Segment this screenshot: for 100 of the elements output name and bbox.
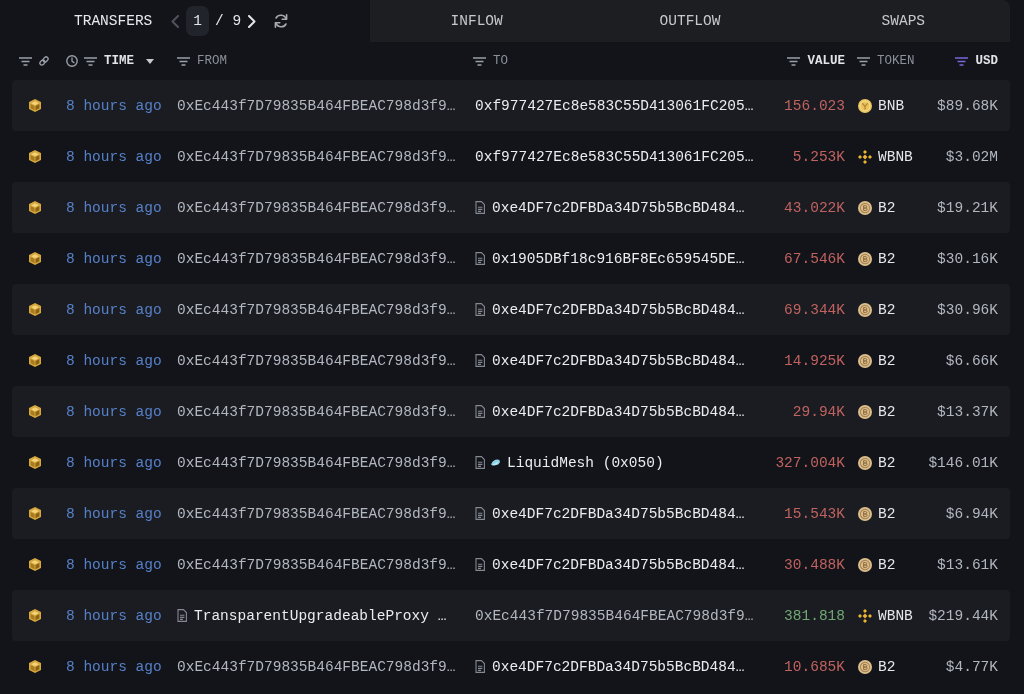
usd-amount: $4.77K [945,658,998,675]
address-link[interactable]: 0xEc443f7D79835B464FBEAC798d3f9… [177,403,456,420]
filter-icon[interactable] [177,56,190,66]
time-link[interactable]: 8 hours ago [66,352,162,369]
token-symbol[interactable]: B2 [878,352,896,369]
page-total: / 9 [215,13,242,29]
coin-icon [858,455,872,470]
refresh-icon[interactable] [273,13,290,29]
coin-icon [858,302,872,317]
address-link[interactable]: 0xEc443f7D79835B464FBEAC798d3f9… [177,454,456,471]
tab[interactable]: INFLOW [370,0,584,42]
tab[interactable]: OUTFLOW [583,0,797,42]
address-link[interactable]: 0xe4DF7c2DFBDa34D75b5BcBD484… [492,556,745,573]
address-link[interactable]: 0xf977427Ec8e583C55D413061FC205… [475,148,754,165]
time-link[interactable]: 8 hours ago [66,301,162,318]
address-link[interactable]: 0xEc443f7D79835B464FBEAC798d3f9… [177,97,456,114]
address-link[interactable]: 0xEc443f7D79835B464FBEAC798d3f9… [177,148,456,165]
time-link[interactable]: 8 hours ago [66,403,162,420]
token-symbol[interactable]: B2 [878,658,896,675]
usd-amount: $3.02M [945,148,998,165]
address-link[interactable]: 0xEc443f7D79835B464FBEAC798d3f9… [177,301,456,318]
filter-icon[interactable] [787,56,801,66]
time-link[interactable]: 8 hours ago [66,658,162,675]
token-symbol[interactable]: WBNB [878,607,913,624]
filter-icon[interactable] [857,56,870,66]
column-header[interactable]: TOKEN [877,54,915,68]
address-link[interactable]: 0xe4DF7c2DFBDa34D75b5BcBD484… [492,199,745,216]
address-link[interactable]: LiquidMesh (0x050) [507,454,664,471]
column-header[interactable]: FROM [197,54,227,68]
address-link[interactable]: 0xEc443f7D79835B464FBEAC798d3f9… [177,250,456,267]
time-link[interactable]: 8 hours ago [66,454,162,471]
coin-icon [858,557,872,572]
address-link[interactable]: 0xe4DF7c2DFBDa34D75b5BcBD484… [492,505,745,522]
coin-icon [858,404,872,419]
address-link[interactable]: 0xEc443f7D79835B464FBEAC798d3f9… [475,607,754,624]
time-link[interactable]: 8 hours ago [66,97,162,114]
filter-icon[interactable] [19,56,32,66]
column-header[interactable]: VALUE [807,54,845,68]
cube-icon [29,507,41,520]
diamond-icon [858,608,872,623]
token-symbol[interactable]: B2 [878,403,896,420]
address-link[interactable]: 0xe4DF7c2DFBDa34D75b5BcBD484… [492,352,745,369]
amount-text: 15.543K [784,505,845,522]
link-icon[interactable] [38,55,50,67]
usd-amount: $219.44K [928,607,998,624]
token-symbol[interactable]: B2 [878,505,896,522]
address-link[interactable]: 0x1905DBf18c916BF8Ec659545DE… [492,250,745,267]
cube-icon [29,201,41,214]
clock-icon [66,55,78,67]
cube-icon [29,660,41,673]
amount-text: 30.488K [784,556,845,573]
amount-text: 381.818 [784,607,845,624]
coin-icon [858,200,872,215]
token-symbol[interactable]: B2 [878,301,896,318]
token-symbol[interactable]: B2 [878,556,896,573]
time-link[interactable]: 8 hours ago [66,199,162,216]
amount-text: 69.344K [784,301,845,318]
address-link[interactable]: 0xe4DF7c2DFBDa34D75b5BcBD484… [492,658,745,675]
time-link[interactable]: 8 hours ago [66,148,162,165]
token-symbol[interactable]: B2 [878,199,896,216]
diamond-icon [858,149,872,164]
address-link[interactable]: 0xEc443f7D79835B464FBEAC798d3f9… [177,505,456,522]
address-link[interactable]: 0xEc443f7D79835B464FBEAC798d3f9… [177,352,456,369]
time-link[interactable]: 8 hours ago [66,556,162,573]
caret-down-icon[interactable] [146,58,154,64]
filter-icon[interactable] [955,56,969,66]
address-link[interactable]: 0xEc443f7D79835B464FBEAC798d3f9… [177,199,456,216]
token-symbol[interactable]: BNB [878,97,905,114]
address-link[interactable]: 0xe4DF7c2DFBDa34D75b5BcBD484… [492,403,745,420]
cube-icon [29,558,41,571]
amount-text: 29.94K [792,403,845,420]
token-symbol[interactable]: WBNB [878,148,913,165]
address-link[interactable]: 0xEc443f7D79835B464FBEAC798d3f9… [177,658,456,675]
column-header[interactable]: TO [493,54,508,68]
token-symbol[interactable]: B2 [878,454,896,471]
cube-icon [29,354,41,367]
amount-text: 327.004K [775,454,845,471]
column-header[interactable]: USD [975,54,998,68]
address-link[interactable]: 0xf977427Ec8e583C55D413061FC205… [475,97,754,114]
time-link[interactable]: 8 hours ago [66,250,162,267]
cube-icon [29,303,41,316]
address-link[interactable]: 0xEc443f7D79835B464FBEAC798d3f9… [177,556,456,573]
filter-icon[interactable] [473,56,486,66]
address-link[interactable]: 0xe4DF7c2DFBDa34D75b5BcBD484… [492,301,745,318]
cube-icon [29,252,41,265]
page-field[interactable]: 1 [186,6,210,36]
time-link[interactable]: 8 hours ago [66,505,162,522]
token-symbol[interactable]: B2 [878,250,896,267]
filter-icon[interactable] [84,56,97,66]
coin-icon [858,251,872,266]
tab[interactable]: SWAPS [796,0,1010,42]
usd-amount: $6.66K [945,352,998,369]
cube-icon [29,150,41,163]
column-header[interactable]: TIME [104,54,134,68]
chevron-right-icon[interactable] [248,14,257,28]
cube-icon [29,456,41,469]
address-link[interactable]: TransparentUpgradeableProxy … [194,607,447,624]
coin-icon [858,659,872,674]
usd-amount: $89.68K [937,97,998,114]
time-link[interactable]: 8 hours ago [66,607,162,624]
